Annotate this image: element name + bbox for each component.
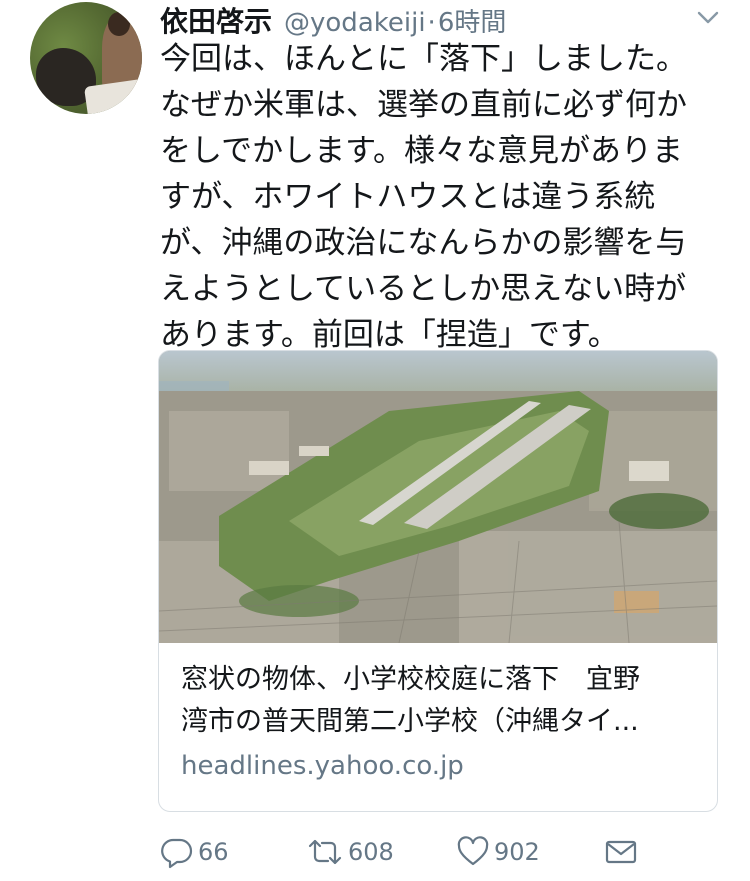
author-name[interactable]: 依田啓示 (160, 0, 272, 40)
chevron-down-icon[interactable] (696, 8, 720, 28)
direct-message-button[interactable] (604, 830, 638, 874)
avatar-head (108, 12, 130, 36)
tweet-header: 依田啓示 @yodakeiji · 6時間 (160, 0, 506, 38)
tweet-text-line: をしでかします。様々な意見がありま (160, 133, 683, 169)
card-title[interactable]: 窓状の物体、小学校校庭に落下 宜野 湾市の普天間第二小学校（沖縄タイ... (181, 659, 701, 743)
tweet-text: 今回は、ほんとに「落下」しました。 なぜか米軍は、選挙の直前に必ず何か をしでか… (160, 36, 735, 358)
retweet-count: 608 (348, 838, 394, 866)
retweet-icon (308, 839, 342, 865)
tweet-text-line: すが、ホワイトハウスとは違う系統 (160, 179, 656, 215)
tweet-text-line: なぜか米軍は、選挙の直前に必ず何か (160, 87, 687, 123)
card-image (159, 351, 717, 643)
heart-icon (457, 836, 489, 866)
card-title-line: 窓状の物体、小学校校庭に落下 宜野 (181, 664, 640, 695)
card-title-line: 湾市の普天間第二小学校（沖縄タイ... (181, 706, 639, 737)
card-domain: headlines.yahoo.co.jp (181, 751, 464, 781)
tweet-text-line: 今回は、ほんとに「落下」しました。 (160, 41, 687, 77)
reply-button[interactable]: 66 (160, 830, 229, 874)
link-card[interactable]: 窓状の物体、小学校校庭に落下 宜野 湾市の普天間第二小学校（沖縄タイ... he… (158, 350, 718, 812)
tweet-text-line: が、沖縄の政治になんらかの影響を与 (160, 225, 687, 261)
tweet-time[interactable]: 6時間 (438, 2, 507, 39)
like-button[interactable]: 902 (456, 830, 540, 874)
reply-count: 66 (198, 838, 229, 866)
header-separator: · (427, 8, 436, 38)
retweet-button[interactable]: 608 (306, 830, 394, 874)
avatar[interactable] (30, 2, 142, 114)
mail-icon (605, 840, 637, 864)
tweet-actions: 66 608 902 (160, 830, 640, 874)
like-count: 902 (494, 838, 540, 866)
author-handle[interactable]: @yodakeiji (284, 8, 426, 38)
tweet-text-line: えようとしているとしか思えない時が (160, 271, 687, 307)
reply-icon (161, 838, 193, 869)
